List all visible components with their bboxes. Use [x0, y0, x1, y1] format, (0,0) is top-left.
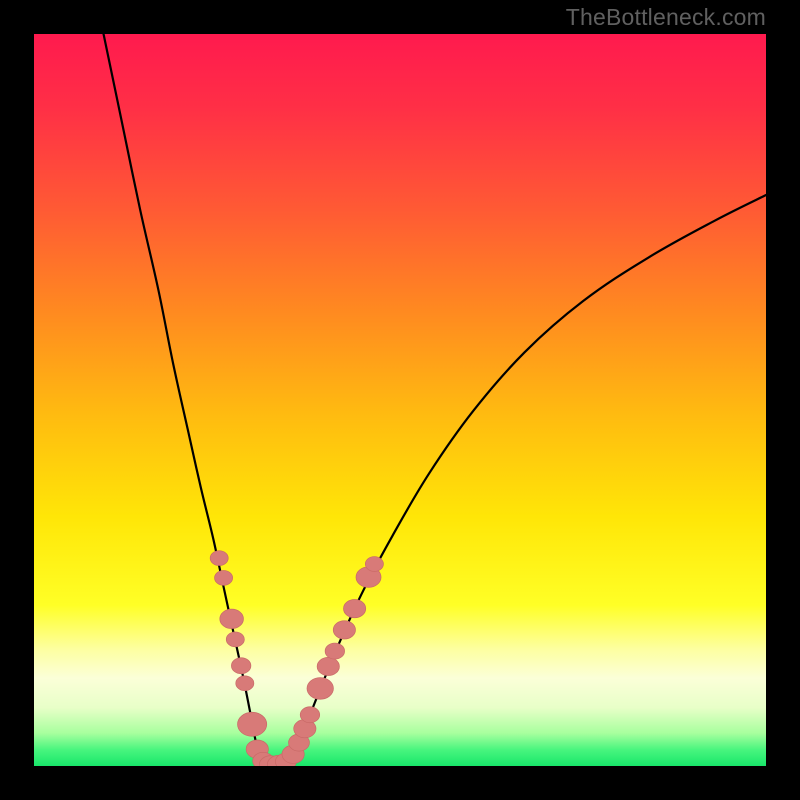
- marker-point: [343, 599, 365, 617]
- marker-point: [365, 557, 383, 572]
- marker-point: [238, 712, 267, 736]
- marker-point: [317, 657, 339, 675]
- watermark-text: TheBottleneck.com: [566, 4, 766, 31]
- bottleneck-curve: [104, 34, 766, 766]
- marker-point: [307, 678, 333, 700]
- curve-layer: [34, 34, 766, 766]
- marker-point: [300, 707, 319, 723]
- plot-area: [34, 34, 766, 766]
- marker-point: [220, 609, 244, 628]
- marker-group: [210, 551, 383, 766]
- marker-point: [226, 632, 244, 647]
- marker-point: [231, 658, 250, 674]
- marker-point: [215, 570, 233, 585]
- marker-point: [236, 676, 254, 691]
- marker-point: [325, 643, 344, 659]
- frame: TheBottleneck.com: [0, 0, 800, 800]
- marker-point: [333, 621, 355, 639]
- marker-point: [210, 551, 228, 566]
